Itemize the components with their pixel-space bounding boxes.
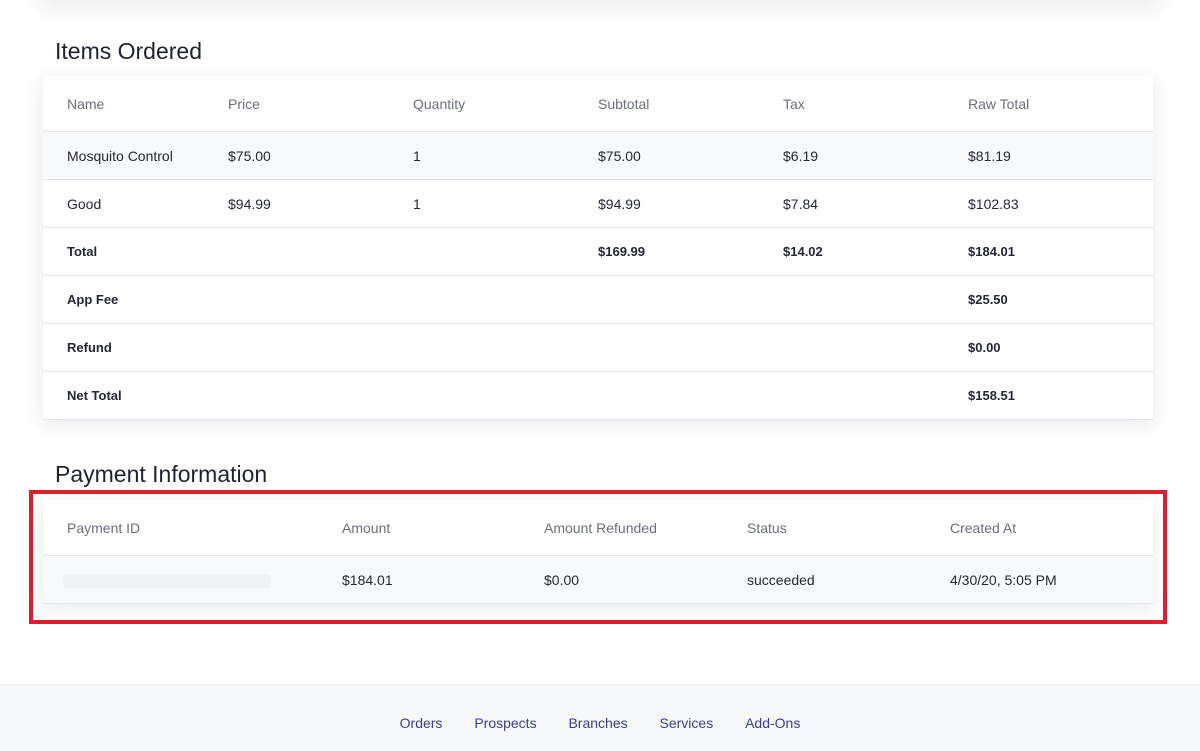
payment-information-card: Payment ID Amount Amount Refunded Status… bbox=[43, 500, 1153, 604]
footer: Orders Prospects Branches Services Add-O… bbox=[0, 684, 1200, 751]
item-price: $94.99 bbox=[204, 179, 389, 228]
refund-label: Refund bbox=[43, 323, 204, 372]
item-subtotal: $94.99 bbox=[574, 179, 759, 228]
column-header-tax: Tax bbox=[759, 76, 944, 132]
item-tax: $6.19 bbox=[759, 131, 944, 180]
column-header-name: Name bbox=[43, 76, 204, 132]
item-subtotal: $75.00 bbox=[574, 131, 759, 180]
item-raw-total: $81.19 bbox=[944, 131, 1153, 180]
redacted-payment-id bbox=[63, 573, 271, 588]
items-ordered-card: Name Price Quantity Subtotal Tax Raw Tot… bbox=[43, 76, 1153, 420]
total-subtotal: $169.99 bbox=[574, 227, 759, 276]
payment-table: Payment ID Amount Amount Refunded Status… bbox=[43, 500, 1153, 604]
payment-header-row: Payment ID Amount Amount Refunded Status… bbox=[43, 500, 1153, 556]
item-raw-total: $102.83 bbox=[944, 179, 1153, 228]
table-row: Mosquito Control $75.00 1 $75.00 $6.19 $… bbox=[43, 131, 1153, 180]
refund-row: Refund $0.00 bbox=[43, 323, 1153, 372]
payment-information-title: Payment Information bbox=[55, 461, 268, 487]
column-header-subtotal: Subtotal bbox=[574, 76, 759, 132]
item-name: Good bbox=[43, 179, 204, 228]
app-fee-value: $25.50 bbox=[944, 275, 1153, 324]
footer-link-branches[interactable]: Branches bbox=[568, 715, 627, 731]
table-row: Good $94.99 1 $94.99 $7.84 $102.83 bbox=[43, 179, 1153, 228]
column-header-quantity: Quantity bbox=[389, 76, 574, 132]
payment-amount: $184.01 bbox=[318, 555, 520, 604]
total-tax: $14.02 bbox=[759, 227, 944, 276]
total-label: Total bbox=[43, 227, 204, 276]
column-header-price: Price bbox=[204, 76, 389, 132]
items-ordered-table: Name Price Quantity Subtotal Tax Raw Tot… bbox=[43, 76, 1153, 420]
column-header-status: Status bbox=[723, 500, 926, 556]
column-header-raw-total: Raw Total bbox=[944, 76, 1153, 132]
column-header-amount-refunded: Amount Refunded bbox=[520, 500, 723, 556]
column-header-amount: Amount bbox=[318, 500, 520, 556]
footer-link-prospects[interactable]: Prospects bbox=[474, 715, 536, 731]
footer-nav: Orders Prospects Branches Services Add-O… bbox=[0, 715, 1200, 731]
footer-link-services[interactable]: Services bbox=[660, 715, 714, 731]
total-raw-total: $184.01 bbox=[944, 227, 1153, 276]
payment-created-at: 4/30/20, 5:05 PM bbox=[926, 555, 1153, 604]
app-fee-label: App Fee bbox=[43, 275, 204, 324]
items-ordered-title: Items Ordered bbox=[55, 38, 202, 64]
footer-link-add-ons[interactable]: Add-Ons bbox=[745, 715, 800, 731]
column-header-created-at: Created At bbox=[926, 500, 1153, 556]
total-row: Total $169.99 $14.02 $184.01 bbox=[43, 227, 1153, 276]
item-quantity: 1 bbox=[389, 179, 574, 228]
payment-amount-refunded: $0.00 bbox=[520, 555, 723, 604]
payment-id-cell bbox=[43, 555, 318, 604]
net-total-label: Net Total bbox=[43, 371, 204, 420]
column-header-payment-id: Payment ID bbox=[43, 500, 318, 556]
net-total-value: $158.51 bbox=[944, 371, 1153, 420]
net-total-row: Net Total $158.51 bbox=[43, 371, 1153, 420]
item-tax: $7.84 bbox=[759, 179, 944, 228]
items-header-row: Name Price Quantity Subtotal Tax Raw Tot… bbox=[43, 76, 1153, 132]
item-quantity: 1 bbox=[389, 131, 574, 180]
app-fee-row: App Fee $25.50 bbox=[43, 275, 1153, 324]
refund-value: $0.00 bbox=[944, 323, 1153, 372]
footer-link-orders[interactable]: Orders bbox=[400, 715, 443, 731]
table-row: $184.01 $0.00 succeeded 4/30/20, 5:05 PM bbox=[43, 555, 1153, 604]
item-name: Mosquito Control bbox=[43, 131, 204, 180]
payment-status: succeeded bbox=[723, 555, 926, 604]
item-price: $75.00 bbox=[204, 131, 389, 180]
